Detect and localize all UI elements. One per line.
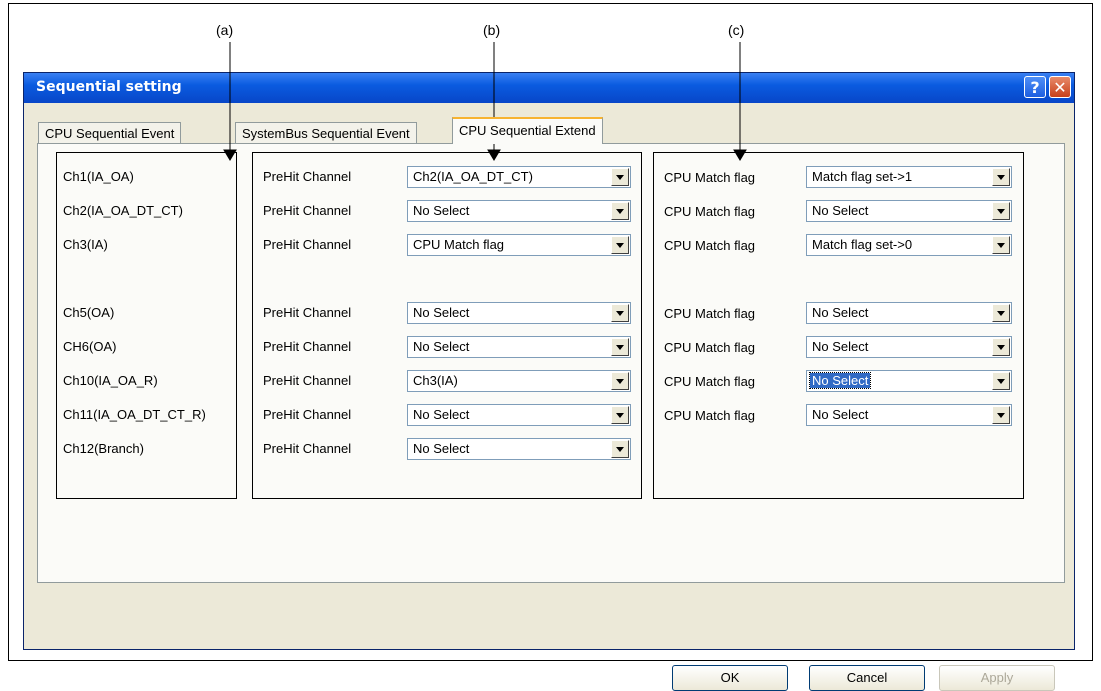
match-flag-label: CPU Match flag: [664, 204, 756, 219]
prehit-select[interactable]: Ch3(IA): [407, 370, 631, 392]
prehit-label: PreHit Channel: [263, 203, 352, 218]
prehit-label: PreHit Channel: [263, 373, 352, 388]
match-flag-select-value: Match flag set->1: [812, 169, 913, 184]
prehit-label: PreHit Channel: [263, 169, 352, 184]
match-flag-select[interactable]: No Select: [806, 302, 1012, 324]
match-flag-select-value: No Select: [812, 407, 869, 422]
channel-label: Ch1(IA_OA): [63, 169, 134, 184]
chevron-down-icon[interactable]: [611, 406, 629, 424]
prehit-select-value: No Select: [413, 339, 470, 354]
chevron-down-icon[interactable]: [992, 236, 1010, 254]
help-button[interactable]: ?: [1024, 76, 1046, 98]
chevron-down-icon[interactable]: [992, 202, 1010, 220]
window-title: Sequential setting: [36, 79, 182, 95]
chevron-down-icon[interactable]: [992, 168, 1010, 186]
channel-label: Ch3(IA): [63, 237, 108, 252]
channel-group: Ch1(IA_OA) Ch2(IA_OA_DT_CT) Ch3(IA) Ch5(OA)…: [56, 152, 237, 499]
channel-label: Ch11(IA_OA_DT_CT_R): [63, 407, 206, 422]
prehit-label: PreHit Channel: [263, 407, 352, 422]
match-flag-select-value: No Select: [812, 203, 869, 218]
close-button[interactable]: ✕: [1049, 76, 1071, 98]
chevron-down-icon[interactable]: [611, 304, 629, 322]
match-flag-select-value: Match flag set->0: [812, 237, 913, 252]
channel-label: CH6(OA): [63, 339, 117, 354]
prehit-select[interactable]: No Select: [407, 404, 631, 426]
match-flag-select[interactable]: No Select: [806, 336, 1012, 358]
channel-label: Ch10(IA_OA_R): [63, 373, 158, 388]
callout-a: (a): [216, 22, 234, 38]
prehit-label: PreHit Channel: [263, 237, 352, 252]
match-flag-select-value: No Select: [812, 339, 869, 354]
chevron-down-icon[interactable]: [611, 440, 629, 458]
apply-button[interactable]: Apply: [939, 665, 1055, 691]
prehit-label: PreHit Channel: [263, 339, 352, 354]
channel-label: Ch2(IA_OA_DT_CT): [63, 203, 183, 218]
match-flag-select-value: No Select: [812, 305, 869, 320]
match-flag-label: CPU Match flag: [664, 238, 756, 253]
prehit-select-value: CPU Match flag: [413, 237, 505, 252]
match-flag-label: CPU Match flag: [664, 408, 756, 423]
cancel-button[interactable]: Cancel: [809, 665, 925, 691]
chevron-down-icon[interactable]: [611, 168, 629, 186]
tab-systembus-sequential-event[interactable]: SystemBus Sequential Event: [235, 122, 417, 143]
match-flag-select[interactable]: Match flag set->0: [806, 234, 1012, 256]
chevron-down-icon[interactable]: [611, 372, 629, 390]
callout-b: (b): [483, 22, 501, 38]
prehit-group: PreHit Channel Ch2(IA_OA_DT_CT) PreHit Cha…: [252, 152, 642, 499]
match-flag-label: CPU Match flag: [664, 306, 756, 321]
match-flag-select-value: No Select: [808, 372, 872, 389]
tab-panel: Ch1(IA_OA) Ch2(IA_OA_DT_CT) Ch3(IA) Ch5(OA)…: [37, 143, 1065, 583]
prehit-select-value: No Select: [413, 305, 470, 320]
prehit-label: PreHit Channel: [263, 441, 352, 456]
chevron-down-icon[interactable]: [992, 372, 1010, 390]
close-icon: ✕: [1053, 77, 1067, 97]
help-icon: ?: [1030, 77, 1040, 97]
match-flag-select[interactable]: No Select: [806, 404, 1012, 426]
channel-label: Ch5(OA): [63, 305, 115, 320]
prehit-select[interactable]: CPU Match flag: [407, 234, 631, 256]
match-flag-label: CPU Match flag: [664, 340, 756, 355]
match-flag-select[interactable]: No Select: [806, 370, 1012, 392]
prehit-select-value: No Select: [413, 441, 470, 456]
prehit-select[interactable]: No Select: [407, 302, 631, 324]
chevron-down-icon[interactable]: [992, 338, 1010, 356]
ok-button[interactable]: OK: [672, 665, 788, 691]
chevron-down-icon[interactable]: [992, 406, 1010, 424]
prehit-select-value: Ch3(IA): [413, 373, 458, 388]
match-flag-select[interactable]: Match flag set->1: [806, 166, 1012, 188]
prehit-select-value: No Select: [413, 203, 470, 218]
chevron-down-icon[interactable]: [992, 304, 1010, 322]
chevron-down-icon[interactable]: [611, 236, 629, 254]
match-flag-select[interactable]: No Select: [806, 200, 1012, 222]
prehit-select[interactable]: No Select: [407, 200, 631, 222]
sequential-setting-dialog: Sequential setting ? ✕ CPU Sequential Ev…: [23, 72, 1075, 691]
chevron-down-icon[interactable]: [611, 338, 629, 356]
prehit-select-value: Ch2(IA_OA_DT_CT): [413, 169, 533, 184]
prehit-select[interactable]: No Select: [407, 336, 631, 358]
prehit-select[interactable]: Ch2(IA_OA_DT_CT): [407, 166, 631, 188]
title-bar: Sequential setting ? ✕: [24, 73, 1074, 103]
tab-cpu-sequential-extend[interactable]: CPU Sequential Extend: [452, 117, 603, 144]
channel-label: Ch12(Branch): [63, 441, 144, 456]
prehit-label: PreHit Channel: [263, 305, 352, 320]
match-flag-group: CPU Match flag Match flag set->1 CPU Match…: [653, 152, 1024, 499]
prehit-select-value: No Select: [413, 407, 470, 422]
tab-cpu-sequential-event[interactable]: CPU Sequential Event: [38, 122, 182, 143]
match-flag-label: CPU Match flag: [664, 374, 756, 389]
chevron-down-icon[interactable]: [611, 202, 629, 220]
prehit-select[interactable]: No Select: [407, 438, 631, 460]
callout-c: (c): [728, 22, 745, 38]
match-flag-label: CPU Match flag: [664, 170, 756, 185]
